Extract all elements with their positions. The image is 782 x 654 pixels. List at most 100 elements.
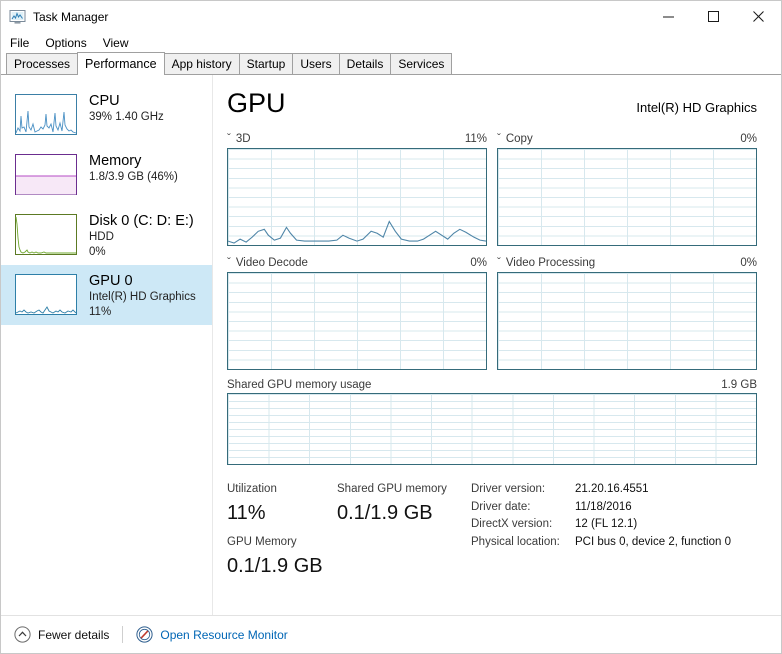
sidebar-item-memory[interactable]: Memory 1.8/3.9 GB (46%) [1,145,212,205]
sidebar-memory-name: Memory [89,153,142,169]
open-resource-monitor-label: Open Resource Monitor [160,627,288,642]
engine-graph-copy [497,148,757,246]
info-key-driver-version: Driver version: [471,483,546,495]
task-manager-icon [9,9,26,24]
engine-graph-video-processing [497,272,757,370]
tab-performance[interactable]: Performance [77,52,165,75]
memory-sparkline [15,154,77,195]
engine-label-3d: 3D [235,132,251,145]
cpu-sparkline [15,94,77,135]
sidebar-item-gpu[interactable]: GPU 0 Intel(R) HD Graphics 11% [1,265,212,325]
sidebar-gpu-name: GPU 0 [89,273,133,289]
engine-head-3d: ˇ 3D 11% [227,131,487,146]
engine-value-copy: 0% [740,132,757,145]
menu-item-file[interactable]: File [10,34,37,52]
engine-graph-3d [227,148,487,246]
maximize-icon [708,11,719,22]
minimize-button[interactable] [646,1,691,32]
chevron-down-icon[interactable]: ˇ [227,257,231,269]
chevron-up-circle-icon [14,626,31,643]
sidebar-gpu-line1: Intel(R) HD Graphics [89,291,196,303]
engine-value-video-decode: 0% [470,256,487,269]
info-row-directx-version: DirectX version: 12 (FL 12.1) [471,516,731,534]
info-value-driver-date: 11/18/2016 [575,500,632,513]
info-value-directx-version: 12 (FL 12.1) [575,518,638,530]
stat-col-utilization: Utilization 11% GPU Memory 0.1/1.9 GB [227,481,337,587]
stat-value-gpu-memory: 0.1/1.9 GB [227,555,323,577]
engine-head-video-decode: ˇ Video Decode 0% [227,255,487,270]
open-resource-monitor-button[interactable]: Open Resource Monitor [136,626,288,643]
gpu-info-table: Driver version: 21.20.16.4551 Driver dat… [471,481,731,587]
sidebar-disk-text: Disk 0 (C: D: E:) HDD 0% [89,212,194,258]
fewer-details-label: Fewer details [38,627,110,642]
chevron-down-icon[interactable]: ˇ [227,133,231,145]
engine-cell-video-processing: ˇ Video Processing 0% [497,255,757,370]
engine-value-3d: 11% [464,132,487,145]
sidebar-item-cpu[interactable]: CPU 39% 1.40 GHz [1,85,212,145]
engine-label-video-decode: Video Decode [235,256,308,269]
engine-label-copy: Copy [505,132,533,145]
engine-label-video-processing: Video Processing [505,256,596,269]
info-key-directx-version: DirectX version: [471,518,553,530]
info-row-driver-version: Driver version: 21.20.16.4551 [471,481,731,499]
engine-head-video-processing: ˇ Video Processing 0% [497,255,757,270]
tab-processes[interactable]: Processes [6,53,79,74]
tab-startup[interactable]: Startup [238,53,294,74]
sidebar-disk-line2: 0% [89,245,106,258]
tab-services[interactable]: Services [390,53,453,74]
engine-cell-video-decode: ˇ Video Decode 0% [227,255,487,370]
stat-label-gpu-memory: GPU Memory [227,536,297,548]
stat-label-shared-gpu-memory: Shared GPU memory [337,483,447,495]
info-value-physical-location: PCI bus 0, device 2, function 0 [575,535,731,548]
disk-sparkline [15,214,77,255]
chevron-down-icon[interactable]: ˇ [497,133,501,145]
shared-memory-graph [227,393,757,465]
tab-strip: Processes Performance App history Startu… [1,52,781,75]
window-title: Task Manager [33,9,109,24]
info-row-driver-date: Driver date: 11/18/2016 [471,499,731,517]
sidebar-cpu-line1: 39% 1.40 GHz [89,111,164,123]
engine-graph-video-decode [227,272,487,370]
fewer-details-button[interactable]: Fewer details [14,626,109,643]
stat-label-utilization: Utilization [227,483,277,495]
shared-memory-head: Shared GPU memory usage 1.9 GB [227,379,757,391]
close-icon [753,11,764,22]
tab-users[interactable]: Users [292,53,340,74]
window-body: CPU 39% 1.40 GHz Memory 1.8/3.9 GB (46%) [1,75,781,637]
menu-item-options[interactable]: Options [45,34,94,52]
engine-row-1: ˇ 3D 11% ˇ Copy 0% [227,131,757,246]
engine-head-copy: ˇ Copy 0% [497,131,757,146]
close-button[interactable] [736,1,781,32]
menu-bar: File Options View [1,32,781,53]
engine-value-video-processing: 0% [740,256,757,269]
menu-item-view[interactable]: View [103,34,137,52]
shared-memory-label: Shared GPU memory usage [227,379,372,391]
gpu-sparkline [15,274,77,315]
title-bar: Task Manager [1,1,781,32]
chevron-down-icon[interactable]: ˇ [497,257,501,269]
resource-monitor-icon [136,626,153,643]
sidebar-item-disk[interactable]: Disk 0 (C: D: E:) HDD 0% [1,205,212,265]
stat-value-shared-gpu-memory: 0.1/1.9 GB [337,502,433,524]
task-manager-window: Task Manager File Options View Processes… [0,0,782,654]
page-title: GPU [227,88,286,118]
panel-header: GPU Intel(R) HD Graphics [227,87,757,119]
sidebar-memory-text: Memory 1.8/3.9 GB (46%) [89,152,178,198]
gpu-detail-panel: GPU Intel(R) HD Graphics ˇ 3D 11% ˇ Copy… [213,75,781,637]
tab-details[interactable]: Details [338,53,392,74]
status-separator [122,626,124,643]
info-row-physical-location: Physical location: PCI bus 0, device 2, … [471,534,731,552]
tab-app-history[interactable]: App history [163,53,240,74]
engine-cell-3d: ˇ 3D 11% [227,131,487,246]
info-value-driver-version: 21.20.16.4551 [575,483,649,495]
sidebar-gpu-line2: 11% [89,305,112,318]
gpu-stats: Utilization 11% GPU Memory 0.1/1.9 GB Sh… [227,481,757,587]
stat-col-shared-gpu-memory: Shared GPU memory 0.1/1.9 GB [337,481,462,587]
engine-row-2: ˇ Video Decode 0% ˇ Video Processing 0% [227,255,757,370]
sidebar-memory-line1: 1.8/3.9 GB (46%) [89,171,178,183]
gpu-device-name: Intel(R) HD Graphics [636,100,757,115]
sidebar-gpu-text: GPU 0 Intel(R) HD Graphics 11% [89,272,196,318]
maximize-button[interactable] [691,1,736,32]
shared-memory-max: 1.9 GB [721,379,757,391]
info-key-physical-location: Physical location: [471,535,560,548]
